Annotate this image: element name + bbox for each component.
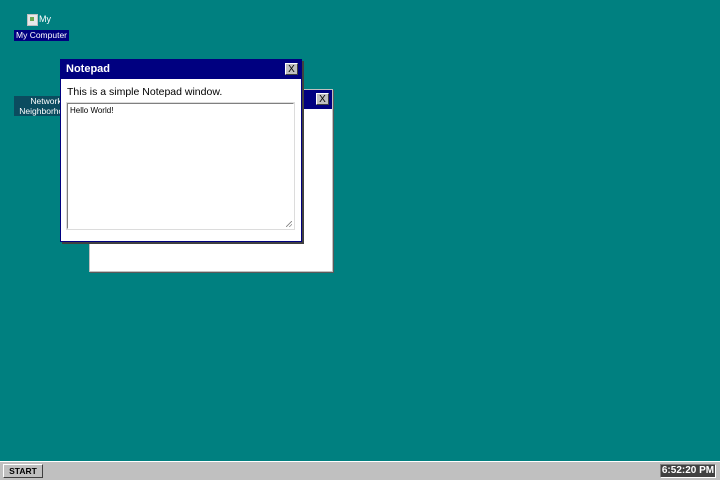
close-button[interactable]: X bbox=[285, 63, 298, 75]
start-button[interactable]: START bbox=[3, 464, 43, 478]
notepad-textarea[interactable]: Hello World! bbox=[66, 102, 295, 230]
window-description: This is a simple Notepad window. bbox=[67, 86, 223, 98]
desktop: My My Computer Network Neighborhood X No… bbox=[0, 0, 720, 480]
computer-icon: My bbox=[27, 14, 51, 30]
notepad-window[interactable]: Notepad X This is a simple Notepad windo… bbox=[60, 59, 302, 242]
window-titlebar[interactable]: Notepad X bbox=[61, 60, 301, 79]
window-title: Notepad bbox=[66, 63, 110, 75]
taskbar: START 6:52:20 PM bbox=[0, 461, 720, 480]
resize-grip-icon[interactable] bbox=[286, 221, 292, 227]
close-button[interactable]: X bbox=[316, 93, 329, 105]
textarea-content: Hello World! bbox=[70, 106, 114, 115]
desktop-icon-network-neighborhood[interactable]: Network Neighborhood bbox=[14, 96, 62, 116]
taskbar-clock: 6:52:20 PM bbox=[660, 464, 716, 478]
desktop-icon-label: Network Neighborhood bbox=[14, 96, 62, 116]
computer-icon-alt: My bbox=[39, 14, 51, 24]
desktop-icon-label: My Computer bbox=[14, 30, 70, 41]
desktop-icon-my-computer[interactable]: My My Computer bbox=[14, 14, 70, 41]
window-body: This is a simple Notepad window. Hello W… bbox=[61, 79, 301, 230]
